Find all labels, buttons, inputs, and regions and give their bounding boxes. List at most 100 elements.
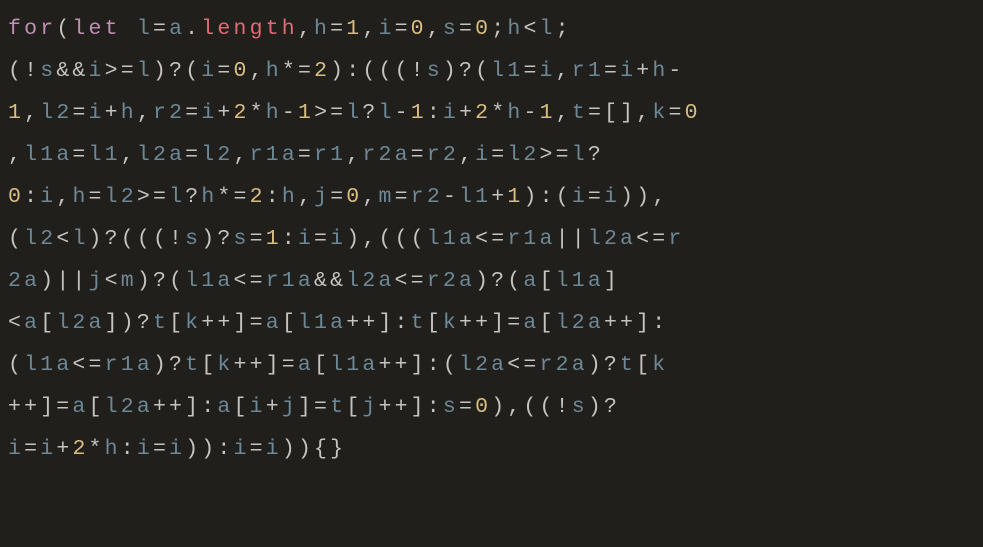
code-token: [	[346, 395, 362, 419]
code-token: l1a	[24, 353, 72, 377]
code-token: ,	[234, 143, 250, 167]
code-token: -	[524, 101, 540, 125]
code-token: k	[652, 353, 668, 377]
code-token: i	[330, 227, 346, 251]
code-token: *	[250, 101, 266, 125]
code-token: <	[8, 311, 24, 335]
code-token: ):(	[524, 185, 572, 209]
code-token: j	[362, 395, 378, 419]
code-token: a	[523, 311, 539, 335]
code-token: 0	[346, 185, 362, 209]
code-token: l	[72, 227, 88, 251]
code-token: [	[201, 353, 217, 377]
code-token: i	[572, 185, 588, 209]
code-token: 0	[685, 101, 701, 125]
code-token: h	[507, 17, 523, 41]
code-token: l	[379, 101, 395, 125]
code-token: k	[443, 311, 459, 335]
code-token: =	[491, 143, 507, 167]
code-token: )?(	[475, 269, 523, 293]
code-token: ,	[24, 101, 40, 125]
code-token: >=	[105, 59, 137, 83]
code-token: ,	[8, 143, 24, 167]
code-token: length	[201, 17, 298, 41]
code-token: 2	[475, 101, 491, 125]
code-token: )?	[588, 353, 620, 377]
code-token: <=	[395, 269, 427, 293]
code-token: r1	[314, 143, 346, 167]
code-token: 0	[411, 17, 427, 41]
code-token: j	[282, 395, 298, 419]
code-token: i	[604, 185, 620, 209]
code-token: >=	[540, 143, 572, 167]
code-token: i	[89, 101, 105, 125]
code-token: h	[652, 59, 668, 83]
code-token: 1	[298, 101, 314, 125]
code-token	[121, 17, 137, 41]
code-token: )):	[185, 437, 233, 461]
code-token: s	[234, 227, 250, 251]
code-token: 1	[540, 101, 556, 125]
code-token: h	[72, 185, 88, 209]
code-token: l	[137, 59, 153, 83]
code-token: =	[250, 227, 266, 251]
code-token: +	[105, 101, 121, 125]
code-token: l2a	[588, 227, 636, 251]
code-token: ?	[362, 101, 378, 125]
code-token: >=	[137, 185, 169, 209]
code-token: r2	[411, 185, 443, 209]
code-token: i	[40, 185, 56, 209]
code-token: <	[523, 17, 539, 41]
code-token: h	[121, 101, 137, 125]
code-token: l2a	[137, 143, 185, 167]
code-token: =	[604, 59, 620, 83]
code-token: i	[169, 437, 185, 461]
code-token: h	[282, 185, 298, 209]
code-token: [	[40, 311, 56, 335]
code-token: ,	[459, 143, 475, 167]
code-token: *	[89, 437, 105, 461]
code-token: ,	[427, 17, 443, 41]
code-token: 1	[8, 101, 24, 125]
code-token: 2a	[8, 269, 40, 293]
code-token: l2	[40, 101, 72, 125]
code-token: [	[314, 353, 330, 377]
code-token: a	[217, 395, 233, 419]
code-token: ++]=	[8, 395, 72, 419]
code-token: ,	[137, 101, 153, 125]
code-token: l2a	[105, 395, 153, 419]
code-token: l2	[24, 227, 56, 251]
code-token: .	[185, 17, 201, 41]
code-token: t	[572, 101, 588, 125]
code-token: r1	[572, 59, 604, 83]
code-token: (	[8, 353, 24, 377]
code-block: for(let l=a.length,h=1,i=0,s=0;h<l; (!s&…	[8, 8, 975, 470]
code-token: l1	[89, 143, 121, 167]
code-token: (!	[8, 59, 40, 83]
code-token: =	[89, 185, 105, 209]
code-token: )){}	[282, 437, 346, 461]
code-token: )),	[620, 185, 668, 209]
code-token: =	[217, 59, 233, 83]
code-token: let	[72, 17, 120, 41]
code-token: i	[250, 395, 266, 419]
code-token: m	[379, 185, 395, 209]
code-token: <=	[233, 269, 265, 293]
code-token: )?(((!	[89, 227, 186, 251]
code-token: 1	[346, 17, 362, 41]
code-token: ,	[121, 143, 137, 167]
code-token: ,	[362, 185, 378, 209]
code-token: ++]:	[604, 311, 668, 335]
code-token: l1a	[185, 269, 233, 293]
code-token: =	[330, 185, 346, 209]
code-token: j	[89, 269, 105, 293]
code-token: i	[201, 59, 217, 83]
code-token: a	[266, 311, 282, 335]
code-token: )?	[201, 227, 233, 251]
code-token: r1a	[507, 227, 555, 251]
code-token: s	[185, 227, 201, 251]
code-token: :	[121, 437, 137, 461]
code-token: :	[282, 227, 298, 251]
code-token: l1a	[330, 353, 378, 377]
code-token: 0	[475, 17, 491, 41]
